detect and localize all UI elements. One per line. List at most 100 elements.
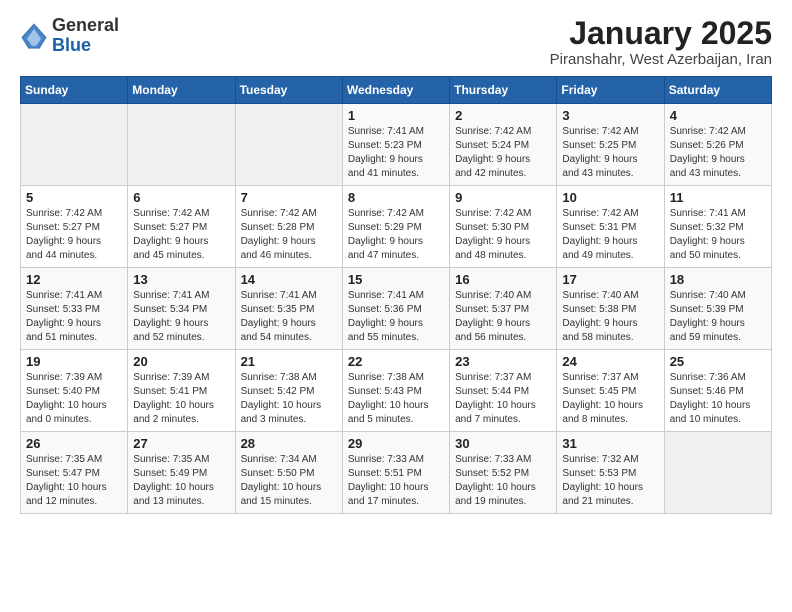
col-saturday: Saturday — [664, 77, 771, 104]
day-info: Sunrise: 7:35 AM Sunset: 5:49 PM Dayligh… — [133, 453, 229, 509]
table-row: 14Sunrise: 7:41 AM Sunset: 5:35 PM Dayli… — [235, 268, 342, 350]
day-number: 5 — [26, 190, 122, 205]
day-number: 25 — [670, 354, 766, 369]
day-number: 2 — [455, 108, 551, 123]
day-number: 3 — [562, 108, 658, 123]
day-number: 22 — [348, 354, 444, 369]
day-info: Sunrise: 7:41 AM Sunset: 5:32 PM Dayligh… — [670, 207, 766, 263]
day-number: 23 — [455, 354, 551, 369]
day-info: Sunrise: 7:41 AM Sunset: 5:34 PM Dayligh… — [133, 289, 229, 345]
day-info: Sunrise: 7:38 AM Sunset: 5:42 PM Dayligh… — [241, 371, 337, 427]
col-wednesday: Wednesday — [342, 77, 449, 104]
logo-general: General — [52, 16, 119, 36]
day-info: Sunrise: 7:42 AM Sunset: 5:30 PM Dayligh… — [455, 207, 551, 263]
table-row: 18Sunrise: 7:40 AM Sunset: 5:39 PM Dayli… — [664, 268, 771, 350]
day-number: 10 — [562, 190, 658, 205]
table-row: 1 Sunrise: 7:41 AM Sunset: 5:23 PM Daylig… — [342, 104, 449, 186]
day-info: Sunrise: 7:38 AM Sunset: 5:43 PM Dayligh… — [348, 371, 444, 427]
day-info: Sunrise: 7:42 AM Sunset: 5:24 PM Dayligh… — [455, 125, 551, 181]
table-row: 17 Sunrise: 7:40 AM Sunset: 5:38 PM Dayli… — [557, 268, 664, 350]
col-thursday: Thursday — [450, 77, 557, 104]
table-row: 15 Sunrise: 7:41 AM Sunset: 5:36 PM Dayli… — [342, 268, 449, 350]
header: General Blue January 2025 Piranshahr, We… — [20, 16, 772, 68]
day-info: Sunrise: 7:39 AM Sunset: 5:41 PM Dayligh… — [133, 371, 229, 427]
day-number: 1 — [348, 108, 444, 123]
day-number: 19 — [26, 354, 122, 369]
table-row — [128, 104, 235, 186]
table-row: 21 Sunrise: 7:38 AM Sunset: 5:42 PM Dayli… — [235, 350, 342, 432]
calendar-week-3: 12Sunrise: 7:41 AM Sunset: 5:33 PM Dayli… — [21, 268, 772, 350]
day-info: Sunrise: 7:41 AM Sunset: 5:23 PM Dayligh… — [348, 125, 444, 181]
day-info: Sunrise: 7:41 AM Sunset: 5:35 PM Dayligh… — [241, 289, 337, 345]
col-friday: Friday — [557, 77, 664, 104]
table-row: 22 Sunrise: 7:38 AM Sunset: 5:43 PM Dayli… — [342, 350, 449, 432]
day-number: 13 — [133, 272, 229, 287]
table-row: 2 Sunrise: 7:42 AM Sunset: 5:24 PM Daylig… — [450, 104, 557, 186]
day-number: 17 — [562, 272, 658, 287]
table-row: 19 Sunrise: 7:39 AM Sunset: 5:40 PM Dayli… — [21, 350, 128, 432]
table-row: 9 Sunrise: 7:42 AM Sunset: 5:30 PM Daylig… — [450, 186, 557, 268]
day-number: 12 — [26, 272, 122, 287]
table-row: 31 Sunrise: 7:32 AM Sunset: 5:53 PM Dayli… — [557, 432, 664, 514]
day-number: 15 — [348, 272, 444, 287]
table-row: 16 Sunrise: 7:40 AM Sunset: 5:37 PM Dayli… — [450, 268, 557, 350]
day-number: 7 — [241, 190, 337, 205]
day-number: 27 — [133, 436, 229, 451]
day-info: Sunrise: 7:41 AM Sunset: 5:36 PM Dayligh… — [348, 289, 444, 345]
day-info: Sunrise: 7:40 AM Sunset: 5:39 PM Dayligh… — [670, 289, 766, 345]
table-row: 3 Sunrise: 7:42 AM Sunset: 5:25 PM Daylig… — [557, 104, 664, 186]
day-number: 24 — [562, 354, 658, 369]
day-info: Sunrise: 7:39 AM Sunset: 5:40 PM Dayligh… — [26, 371, 122, 427]
table-row: 28 Sunrise: 7:34 AM Sunset: 5:50 PM Dayli… — [235, 432, 342, 514]
day-info: Sunrise: 7:42 AM Sunset: 5:28 PM Dayligh… — [241, 207, 337, 263]
calendar-table: Sunday Monday Tuesday Wednesday Thursday… — [20, 76, 772, 514]
day-info: Sunrise: 7:40 AM Sunset: 5:38 PM Dayligh… — [562, 289, 658, 345]
day-number: 8 — [348, 190, 444, 205]
calendar-week-1: 1 Sunrise: 7:41 AM Sunset: 5:23 PM Daylig… — [21, 104, 772, 186]
col-tuesday: Tuesday — [235, 77, 342, 104]
table-row: 25Sunrise: 7:36 AM Sunset: 5:46 PM Dayli… — [664, 350, 771, 432]
day-info: Sunrise: 7:42 AM Sunset: 5:27 PM Dayligh… — [133, 207, 229, 263]
day-number: 31 — [562, 436, 658, 451]
table-row: 7 Sunrise: 7:42 AM Sunset: 5:28 PM Daylig… — [235, 186, 342, 268]
table-row: 23 Sunrise: 7:37 AM Sunset: 5:44 PM Dayli… — [450, 350, 557, 432]
table-row — [664, 432, 771, 514]
day-number: 9 — [455, 190, 551, 205]
table-row: 6Sunrise: 7:42 AM Sunset: 5:27 PM Daylig… — [128, 186, 235, 268]
logo-icon — [20, 22, 48, 50]
table-row: 26 Sunrise: 7:35 AM Sunset: 5:47 PM Dayli… — [21, 432, 128, 514]
title-area: January 2025 Piranshahr, West Azerbaijan… — [550, 16, 772, 68]
col-sunday: Sunday — [21, 77, 128, 104]
table-row — [235, 104, 342, 186]
header-row: Sunday Monday Tuesday Wednesday Thursday… — [21, 77, 772, 104]
table-row: 24Sunrise: 7:37 AM Sunset: 5:45 PM Dayli… — [557, 350, 664, 432]
table-row — [21, 104, 128, 186]
table-row: 11 Sunrise: 7:41 AM Sunset: 5:32 PM Dayli… — [664, 186, 771, 268]
day-number: 11 — [670, 190, 766, 205]
day-info: Sunrise: 7:42 AM Sunset: 5:27 PM Dayligh… — [26, 207, 122, 263]
logo-blue: Blue — [52, 36, 119, 56]
calendar-week-2: 5 Sunrise: 7:42 AM Sunset: 5:27 PM Daylig… — [21, 186, 772, 268]
day-info: Sunrise: 7:33 AM Sunset: 5:51 PM Dayligh… — [348, 453, 444, 509]
day-number: 21 — [241, 354, 337, 369]
table-row: 8Sunrise: 7:42 AM Sunset: 5:29 PM Daylig… — [342, 186, 449, 268]
calendar-title: January 2025 — [550, 16, 772, 51]
table-row: 13 Sunrise: 7:41 AM Sunset: 5:34 PM Dayli… — [128, 268, 235, 350]
day-number: 29 — [348, 436, 444, 451]
calendar-week-4: 19 Sunrise: 7:39 AM Sunset: 5:40 PM Dayli… — [21, 350, 772, 432]
table-row: 10 Sunrise: 7:42 AM Sunset: 5:31 PM Dayli… — [557, 186, 664, 268]
day-info: Sunrise: 7:42 AM Sunset: 5:26 PM Dayligh… — [670, 125, 766, 181]
calendar-week-5: 26 Sunrise: 7:35 AM Sunset: 5:47 PM Dayli… — [21, 432, 772, 514]
calendar-subtitle: Piranshahr, West Azerbaijan, Iran — [550, 51, 772, 68]
day-info: Sunrise: 7:35 AM Sunset: 5:47 PM Dayligh… — [26, 453, 122, 509]
day-number: 26 — [26, 436, 122, 451]
day-number: 28 — [241, 436, 337, 451]
day-info: Sunrise: 7:34 AM Sunset: 5:50 PM Dayligh… — [241, 453, 337, 509]
day-info: Sunrise: 7:37 AM Sunset: 5:44 PM Dayligh… — [455, 371, 551, 427]
day-info: Sunrise: 7:32 AM Sunset: 5:53 PM Dayligh… — [562, 453, 658, 509]
table-row: 30Sunrise: 7:33 AM Sunset: 5:52 PM Dayli… — [450, 432, 557, 514]
day-number: 16 — [455, 272, 551, 287]
day-info: Sunrise: 7:40 AM Sunset: 5:37 PM Dayligh… — [455, 289, 551, 345]
day-info: Sunrise: 7:42 AM Sunset: 5:25 PM Dayligh… — [562, 125, 658, 181]
day-info: Sunrise: 7:42 AM Sunset: 5:31 PM Dayligh… — [562, 207, 658, 263]
